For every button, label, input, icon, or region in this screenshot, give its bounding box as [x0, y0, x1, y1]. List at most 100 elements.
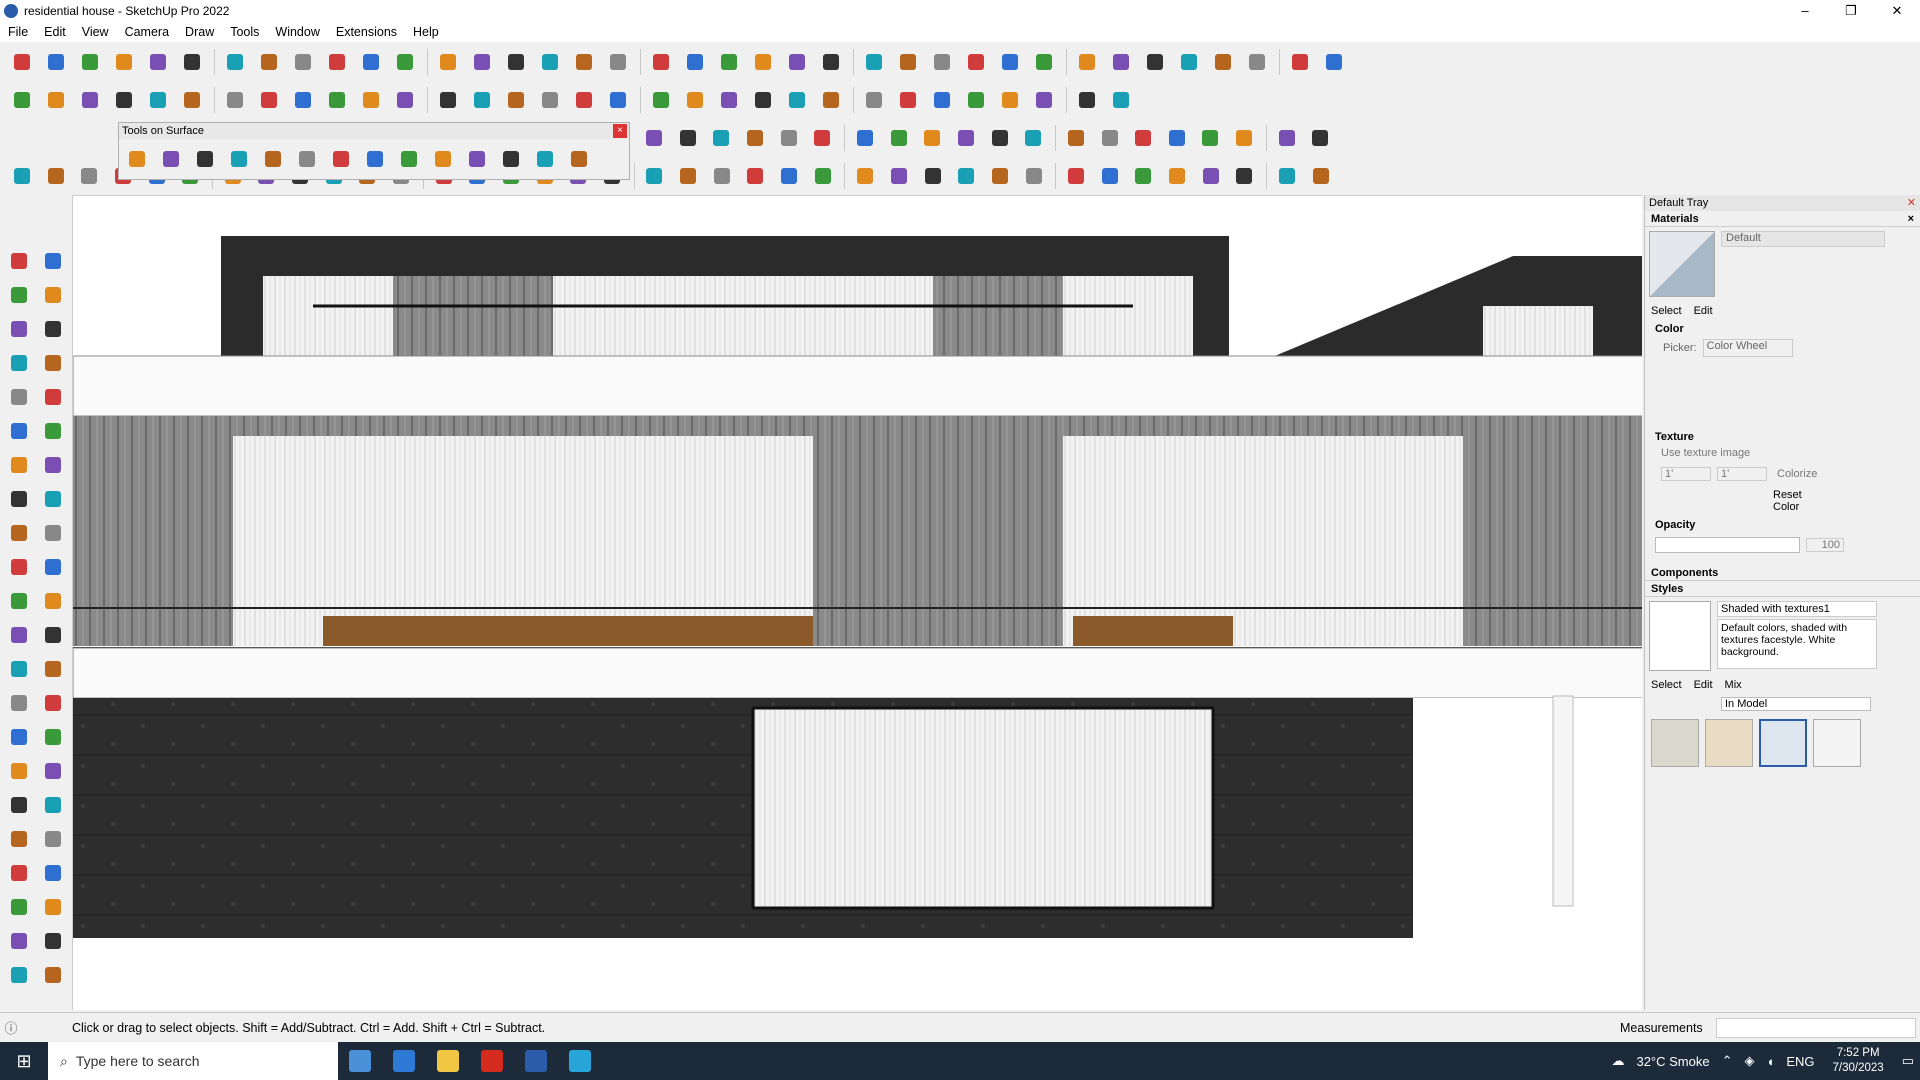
tool-icon[interactable]: [144, 86, 172, 114]
styles-tab-select[interactable]: Select: [1651, 679, 1682, 691]
tool-icon[interactable]: [8, 48, 36, 76]
tool-icon[interactable]: [6, 520, 32, 546]
tool-icon[interactable]: [40, 962, 66, 988]
volume-icon[interactable]: ◖: [1767, 1054, 1775, 1069]
surface-tool-icon[interactable]: [191, 145, 219, 173]
tool-icon[interactable]: [1107, 86, 1135, 114]
style-swatch[interactable]: [1813, 719, 1861, 767]
reset-color-button[interactable]: Reset Color: [1645, 487, 1920, 515]
network-icon[interactable]: ◈: [1745, 1053, 1755, 1069]
opacity-value[interactable]: 100: [1806, 538, 1844, 552]
tool-icon[interactable]: [1273, 124, 1301, 152]
tool-icon[interactable]: [928, 48, 956, 76]
tool-icon[interactable]: [1230, 124, 1258, 152]
tool-icon[interactable]: [6, 418, 32, 444]
tool-icon[interactable]: [962, 86, 990, 114]
tool-icon[interactable]: [1129, 124, 1157, 152]
tool-icon[interactable]: [681, 86, 709, 114]
tool-icon[interactable]: [1273, 162, 1301, 190]
menu-window[interactable]: Window: [267, 25, 327, 39]
surface-tool-icon[interactable]: [395, 145, 423, 173]
tool-icon[interactable]: [1320, 48, 1348, 76]
tool-icon[interactable]: [640, 124, 668, 152]
tool-icon[interactable]: [1306, 124, 1334, 152]
tool-icon[interactable]: [6, 860, 32, 886]
tool-icon[interactable]: [42, 162, 70, 190]
tool-icon[interactable]: [6, 826, 32, 852]
tool-icon[interactable]: [952, 162, 980, 190]
tool-icon[interactable]: [604, 86, 632, 114]
tool-icon[interactable]: [928, 86, 956, 114]
menu-help[interactable]: Help: [405, 25, 447, 39]
tools-on-surface-header[interactable]: Tools on Surface ×: [119, 123, 629, 139]
tool-icon[interactable]: [570, 86, 598, 114]
tool-icon[interactable]: [40, 928, 66, 954]
tool-icon[interactable]: [40, 452, 66, 478]
tool-icon[interactable]: [962, 48, 990, 76]
tool-icon[interactable]: [434, 48, 462, 76]
tool-icon[interactable]: [40, 282, 66, 308]
tool-icon[interactable]: [1230, 162, 1258, 190]
tool-icon[interactable]: [468, 48, 496, 76]
tool-icon[interactable]: [817, 86, 845, 114]
tool-icon[interactable]: [502, 86, 530, 114]
tool-icon[interactable]: [178, 86, 206, 114]
close-button[interactable]: ✕: [1874, 0, 1920, 22]
tool-icon[interactable]: [809, 162, 837, 190]
tool-icon[interactable]: [357, 48, 385, 76]
info-icon[interactable]: ⓘ: [0, 1018, 22, 1037]
tool-icon[interactable]: [996, 86, 1024, 114]
tool-icon[interactable]: [6, 282, 32, 308]
calculator-icon[interactable]: [382, 1042, 426, 1080]
minimize-button[interactable]: –: [1782, 0, 1828, 22]
edge-icon[interactable]: [558, 1042, 602, 1080]
tool-icon[interactable]: [6, 316, 32, 342]
menu-edit[interactable]: Edit: [36, 25, 74, 39]
style-swatch[interactable]: [1705, 719, 1753, 767]
tool-icon[interactable]: [1030, 48, 1058, 76]
tool-icon[interactable]: [1286, 48, 1314, 76]
tool-icon[interactable]: [40, 656, 66, 682]
tool-icon[interactable]: [40, 826, 66, 852]
surface-tool-icon[interactable]: [259, 145, 287, 173]
tool-icon[interactable]: [640, 162, 668, 190]
styles-panel-header[interactable]: Styles: [1645, 581, 1920, 597]
tool-icon[interactable]: [40, 248, 66, 274]
tool-icon[interactable]: [289, 48, 317, 76]
tool-icon[interactable]: [885, 124, 913, 152]
surface-tool-icon[interactable]: [531, 145, 559, 173]
tool-icon[interactable]: [986, 124, 1014, 152]
menu-view[interactable]: View: [74, 25, 117, 39]
tool-icon[interactable]: [986, 162, 1014, 190]
tool-icon[interactable]: [1243, 48, 1271, 76]
tool-icon[interactable]: [1062, 162, 1090, 190]
tool-icon[interactable]: [40, 792, 66, 818]
use-texture-checkbox[interactable]: Use texture image: [1645, 445, 1920, 461]
tool-icon[interactable]: [40, 350, 66, 376]
tool-icon[interactable]: [6, 588, 32, 614]
windows-start-icon[interactable]: ⊞: [0, 1042, 48, 1080]
material-swatch[interactable]: [1649, 231, 1715, 297]
tool-icon[interactable]: [1163, 162, 1191, 190]
tool-icon[interactable]: [918, 124, 946, 152]
tool-icon[interactable]: [647, 48, 675, 76]
tool-icon[interactable]: [6, 792, 32, 818]
tool-icon[interactable]: [885, 162, 913, 190]
material-name-field[interactable]: Default: [1721, 231, 1885, 247]
tool-icon[interactable]: [952, 124, 980, 152]
tool-icon[interactable]: [1209, 48, 1237, 76]
clock[interactable]: 7:52 PM 7/30/2023: [1827, 1046, 1890, 1076]
surface-tool-icon[interactable]: [463, 145, 491, 173]
tool-icon[interactable]: [144, 48, 172, 76]
tool-icon[interactable]: [749, 48, 777, 76]
tool-icon[interactable]: [1019, 124, 1047, 152]
tool-icon[interactable]: [42, 48, 70, 76]
tool-icon[interactable]: [391, 48, 419, 76]
tool-icon[interactable]: [6, 452, 32, 478]
tool-icon[interactable]: [110, 48, 138, 76]
tool-icon[interactable]: [775, 124, 803, 152]
tool-icon[interactable]: [40, 894, 66, 920]
styles-tab-mix[interactable]: Mix: [1725, 679, 1742, 691]
tool-icon[interactable]: [1020, 162, 1048, 190]
model-viewport[interactable]: [72, 195, 1642, 1010]
